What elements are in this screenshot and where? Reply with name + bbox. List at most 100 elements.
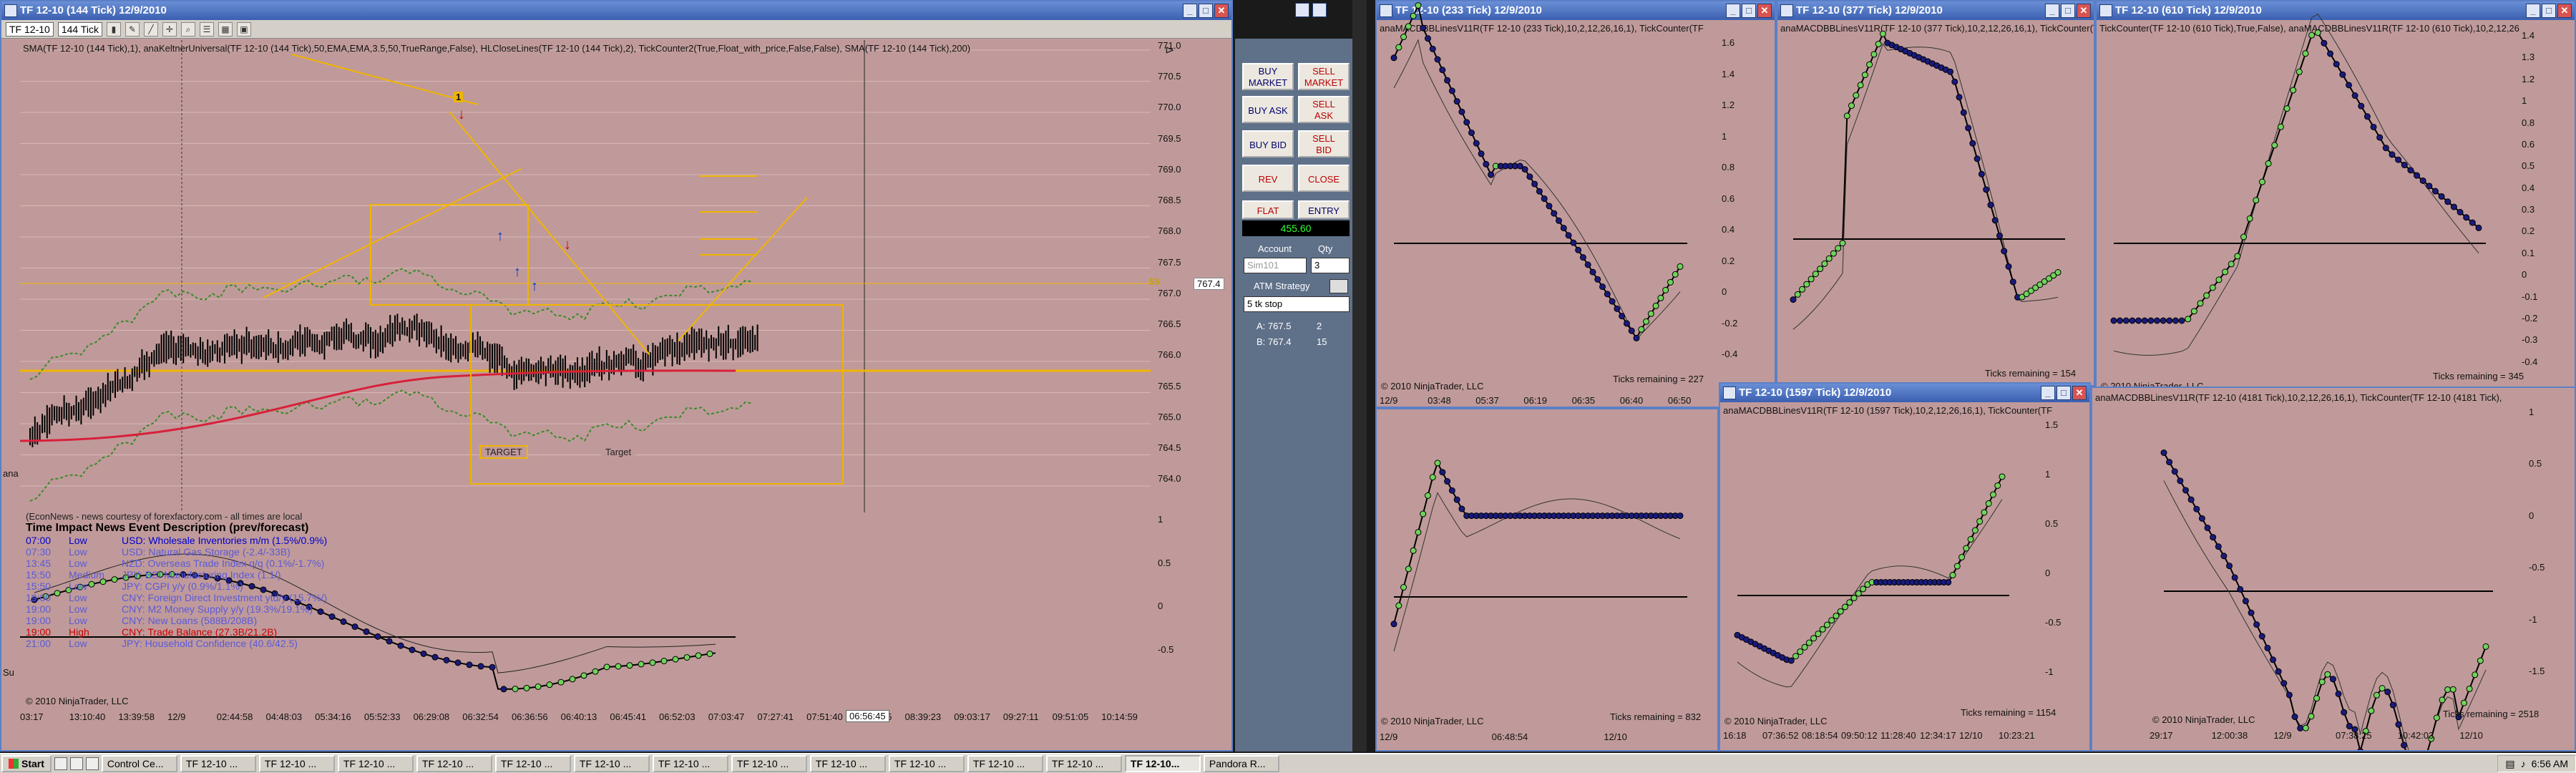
minimize-button[interactable]: _ <box>1183 4 1197 18</box>
axis-4181-tick: 0.5 <box>2529 458 2542 470</box>
chart-trader-close-icon[interactable] <box>1312 3 1327 17</box>
chart-window-1597[interactable]: TF 12-10 (1597 Tick) 12/9/2010 _ □ ✕ anaMA… <box>1719 382 2091 752</box>
maximize-button[interactable]: □ <box>2061 4 2075 18</box>
chart-window-377[interactable]: TF 12-10 (377 Tick) 12/9/2010 _ □ ✕ anaMAC… <box>1776 0 2095 386</box>
chart-trader-menu-icon[interactable] <box>1295 3 1309 17</box>
macd-dot <box>2419 178 2426 185</box>
network-icon[interactable]: ▤ <box>2505 756 2514 772</box>
macd-dot <box>2209 284 2216 291</box>
chart-window-4181[interactable]: anaMACDBBLinesV11R(TF 12-10 (4181 Tick),… <box>2091 386 2576 752</box>
buy-ask-button[interactable]: BUY ASK <box>1242 96 1294 123</box>
axis-610-tick: -0.4 <box>2522 356 2538 367</box>
quicklaunch-ninja-icon[interactable] <box>85 757 99 770</box>
volume-icon[interactable]: ♪ <box>2521 756 2526 772</box>
taskbar-button[interactable]: TF 12-10 ... <box>573 755 650 772</box>
close-button[interactable]: ✕ <box>1757 4 1772 18</box>
time-axis-4181: 29:17 12:00:38 12/9 07:38:25 10:42:03 12/10 <box>2150 729 2522 743</box>
taskbar-button[interactable]: TF 12-10 ... <box>337 755 414 772</box>
macd-dot <box>615 663 622 670</box>
taskbar-button[interactable]: TF 12-10 ... <box>180 755 256 772</box>
buy-bid-button[interactable]: BUY BID <box>1242 130 1294 157</box>
maximize-button[interactable]: □ <box>1742 4 1756 18</box>
atm-strategy-select[interactable]: 5 tk stop <box>1244 296 1350 312</box>
macd-chart-233[interactable] <box>1380 2 1716 381</box>
close-button[interactable]: ✕ <box>2072 386 2087 400</box>
price-axis-tick: 767.5 <box>1158 256 1181 268</box>
price-axis-menu-icon[interactable]: ⊳ <box>1165 43 1181 59</box>
macd-dot <box>2290 87 2297 94</box>
macd-dot <box>477 663 484 670</box>
account-select[interactable]: Sim101 <box>1244 258 1307 273</box>
minimize-button[interactable]: _ <box>2045 4 2059 18</box>
bar-type-icon[interactable]: ▮ <box>106 21 121 37</box>
zoom-icon[interactable]: ⌕ <box>180 21 195 37</box>
close-position-button[interactable]: CLOSE <box>1298 165 1350 192</box>
pencil-icon[interactable]: ✎ <box>125 21 140 37</box>
instrument-selector[interactable]: TF 12-10 <box>6 21 54 37</box>
interval-selector[interactable]: 144 Tick <box>57 21 102 37</box>
minimize-button[interactable]: _ <box>1726 4 1740 18</box>
title-bar-377[interactable]: TF 12-10 (377 Tick) 12/9/2010 _ □ ✕ <box>1777 1 2094 20</box>
macd-chart-832[interactable] <box>1380 417 1716 717</box>
taskbar-button[interactable]: TF 12-10 ... <box>809 755 886 772</box>
taskbar-button[interactable]: Control Ce... <box>101 755 177 772</box>
line-tool-icon[interactable]: ╱ <box>143 21 158 37</box>
taskbar-button[interactable]: TF 12-10 ... <box>731 755 807 772</box>
data-box-icon[interactable]: ▦ <box>218 21 233 37</box>
quicklaunch-desktop-icon[interactable] <box>54 757 67 770</box>
macd-dot <box>2270 656 2277 663</box>
title-bar-1597[interactable]: TF 12-10 (1597 Tick) 12/9/2010 _ □ ✕ <box>1720 384 2089 402</box>
sell-bid-button[interactable]: SELL BID <box>1298 130 1350 157</box>
macd-dot <box>1981 509 1988 516</box>
taskbar-button[interactable]: TF 12-10... <box>1124 755 1201 772</box>
macd-dot <box>1410 12 1417 19</box>
main-chart-window[interactable]: TF 12-10 (144 Tick) 12/9/2010 _ □ ✕ TF 1… <box>0 0 1233 752</box>
taskbar-button[interactable]: TF 12-10 ... <box>1045 755 1122 772</box>
taskbar-button[interactable]: TF 12-10 ... <box>652 755 728 772</box>
taskbar-button[interactable]: Pandora R... <box>1203 755 1279 772</box>
macd-chart-4181[interactable] <box>2150 407 2522 750</box>
taskbar-button[interactable]: TF 12-10 ... <box>888 755 965 772</box>
start-button[interactable]: Start <box>1 755 52 772</box>
maximize-button[interactable]: □ <box>2057 386 2071 400</box>
news-time: 07:00 <box>26 535 52 546</box>
title-bar-610[interactable]: TF 12-10 (610 Tick) 12/9/2010 _ □ ✕ <box>2097 1 2575 20</box>
macd-chart-1597[interactable] <box>1723 419 2038 713</box>
title-bar-233[interactable]: TF 12-10 (233 Tick) 12/9/2010 _ □ ✕ <box>1377 1 1775 20</box>
entry-button[interactable]: ENTRY <box>1298 200 1350 219</box>
macd-dot <box>1415 529 1422 536</box>
macd-chart-377[interactable] <box>1779 30 2094 374</box>
minimize-button[interactable]: _ <box>2526 4 2540 18</box>
range-box <box>370 204 529 306</box>
qty-input[interactable]: 3 <box>1311 258 1350 273</box>
maximize-button[interactable]: □ <box>2542 4 2556 18</box>
reverse-button[interactable]: REV <box>1242 165 1294 192</box>
atm-options-button[interactable] <box>1330 279 1348 293</box>
taskbar-button[interactable]: TF 12-10 ... <box>416 755 492 772</box>
sell-ask-button[interactable]: SELL ASK <box>1298 96 1350 123</box>
crosshair-icon[interactable]: ✛ <box>162 21 177 37</box>
quicklaunch-browser-icon[interactable] <box>69 757 83 770</box>
macd-dot <box>2472 671 2479 679</box>
chart-window-610[interactable]: TF 12-10 (610 Tick) 12/9/2010 _ □ ✕ TickCo… <box>2095 0 2576 408</box>
maximize-button[interactable]: □ <box>1199 4 1213 18</box>
chart-window-233[interactable]: TF 12-10 (233 Tick) 12/9/2010 _ □ ✕ anaMAC… <box>1375 0 1776 408</box>
macd-chart-610[interactable] <box>2099 13 2514 381</box>
minimize-button[interactable]: _ <box>2041 386 2055 400</box>
macd-dot <box>2271 142 2278 149</box>
buy-market-button[interactable]: BUY MARKET <box>1242 63 1294 90</box>
taskbar-button[interactable]: TF 12-10 ... <box>967 755 1043 772</box>
close-button[interactable]: ✕ <box>2557 4 2572 18</box>
taskbar-button[interactable]: TF 12-10 ... <box>258 755 335 772</box>
title-bar[interactable]: TF 12-10 (144 Tick) 12/9/2010 _ □ ✕ <box>1 1 1231 20</box>
properties-icon[interactable]: ☰ <box>199 21 214 37</box>
flat-button[interactable]: FLAT <box>1242 200 1294 219</box>
price-chart-panel[interactable]: ↑ ↑ ↑ ↓ ↓ <box>19 40 1151 512</box>
close-button[interactable]: ✕ <box>1214 4 1229 18</box>
axis-610-tick: 0.8 <box>2522 117 2535 128</box>
screenshot-icon[interactable]: ▣ <box>236 21 251 37</box>
close-button[interactable]: ✕ <box>2077 4 2091 18</box>
sell-market-button[interactable]: SELL MARKET <box>1298 63 1350 90</box>
taskbar-button[interactable]: TF 12-10 ... <box>494 755 571 772</box>
chart-window-832[interactable]: Ticks remaining = 832 © 2010 NinjaTrader… <box>1375 408 1719 752</box>
